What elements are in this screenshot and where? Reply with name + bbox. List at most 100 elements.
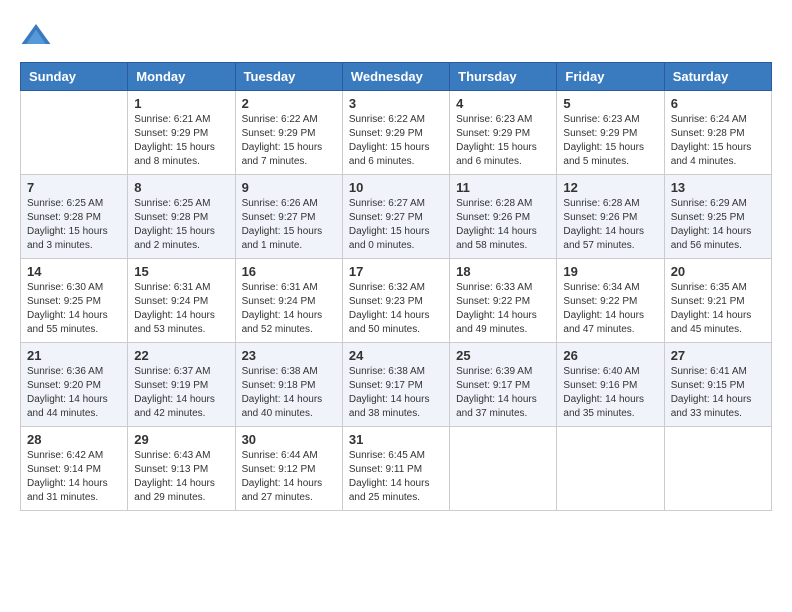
day-number: 17 — [349, 264, 443, 279]
cell-info: Sunrise: 6:22 AMSunset: 9:29 PMDaylight:… — [349, 113, 443, 169]
day-number: 23 — [242, 348, 336, 363]
calendar-cell: 20 Sunrise: 6:35 AMSunset: 9:21 PMDayligh… — [664, 259, 771, 343]
page-header — [20, 20, 772, 52]
calendar-cell: 23 Sunrise: 6:38 AMSunset: 9:18 PMDayligh… — [235, 343, 342, 427]
cell-info: Sunrise: 6:23 AMSunset: 9:29 PMDaylight:… — [563, 113, 657, 169]
cell-info: Sunrise: 6:25 AMSunset: 9:28 PMDaylight:… — [27, 197, 121, 253]
calendar-cell: 30 Sunrise: 6:44 AMSunset: 9:12 PMDayligh… — [235, 427, 342, 511]
cell-info: Sunrise: 6:31 AMSunset: 9:24 PMDaylight:… — [242, 281, 336, 337]
calendar-cell: 21 Sunrise: 6:36 AMSunset: 9:20 PMDayligh… — [21, 343, 128, 427]
cell-info: Sunrise: 6:43 AMSunset: 9:13 PMDaylight:… — [134, 449, 228, 505]
day-number: 11 — [456, 180, 550, 195]
calendar-week-row: 21 Sunrise: 6:36 AMSunset: 9:20 PMDayligh… — [21, 343, 772, 427]
day-number: 28 — [27, 432, 121, 447]
calendar-table: SundayMondayTuesdayWednesdayThursdayFrid… — [20, 62, 772, 511]
cell-info: Sunrise: 6:21 AMSunset: 9:29 PMDaylight:… — [134, 113, 228, 169]
calendar-cell: 6 Sunrise: 6:24 AMSunset: 9:28 PMDaylight… — [664, 91, 771, 175]
day-number: 16 — [242, 264, 336, 279]
day-number: 18 — [456, 264, 550, 279]
day-number: 10 — [349, 180, 443, 195]
cell-info: Sunrise: 6:22 AMSunset: 9:29 PMDaylight:… — [242, 113, 336, 169]
day-number: 4 — [456, 96, 550, 111]
calendar-cell: 8 Sunrise: 6:25 AMSunset: 9:28 PMDaylight… — [128, 175, 235, 259]
calendar-cell: 5 Sunrise: 6:23 AMSunset: 9:29 PMDaylight… — [557, 91, 664, 175]
calendar-cell: 4 Sunrise: 6:23 AMSunset: 9:29 PMDaylight… — [450, 91, 557, 175]
day-number: 30 — [242, 432, 336, 447]
calendar-header-row: SundayMondayTuesdayWednesdayThursdayFrid… — [21, 63, 772, 91]
cell-info: Sunrise: 6:23 AMSunset: 9:29 PMDaylight:… — [456, 113, 550, 169]
cell-info: Sunrise: 6:24 AMSunset: 9:28 PMDaylight:… — [671, 113, 765, 169]
calendar-cell: 16 Sunrise: 6:31 AMSunset: 9:24 PMDayligh… — [235, 259, 342, 343]
calendar-week-row: 1 Sunrise: 6:21 AMSunset: 9:29 PMDaylight… — [21, 91, 772, 175]
calendar-cell: 17 Sunrise: 6:32 AMSunset: 9:23 PMDayligh… — [342, 259, 449, 343]
cell-info: Sunrise: 6:33 AMSunset: 9:22 PMDaylight:… — [456, 281, 550, 337]
day-number: 31 — [349, 432, 443, 447]
calendar-cell: 15 Sunrise: 6:31 AMSunset: 9:24 PMDayligh… — [128, 259, 235, 343]
calendar-day-header: Thursday — [450, 63, 557, 91]
cell-info: Sunrise: 6:28 AMSunset: 9:26 PMDaylight:… — [563, 197, 657, 253]
day-number: 19 — [563, 264, 657, 279]
cell-info: Sunrise: 6:36 AMSunset: 9:20 PMDaylight:… — [27, 365, 121, 421]
logo-icon — [20, 20, 52, 52]
cell-info: Sunrise: 6:41 AMSunset: 9:15 PMDaylight:… — [671, 365, 765, 421]
cell-info: Sunrise: 6:29 AMSunset: 9:25 PMDaylight:… — [671, 197, 765, 253]
calendar-day-header: Monday — [128, 63, 235, 91]
day-number: 1 — [134, 96, 228, 111]
calendar-cell: 19Sunrise: 6:34 AMSunset: 9:22 PMDayligh… — [557, 259, 664, 343]
day-number: 6 — [671, 96, 765, 111]
day-number: 13 — [671, 180, 765, 195]
calendar-cell — [557, 427, 664, 511]
cell-info: Sunrise: 6:35 AMSunset: 9:21 PMDaylight:… — [671, 281, 765, 337]
calendar-cell: 26 Sunrise: 6:40 AMSunset: 9:16 PMDayligh… — [557, 343, 664, 427]
calendar-day-header: Tuesday — [235, 63, 342, 91]
day-number: 21 — [27, 348, 121, 363]
cell-info: Sunrise: 6:31 AMSunset: 9:24 PMDaylight:… — [134, 281, 228, 337]
calendar-week-row: 14Sunrise: 6:30 AMSunset: 9:25 PMDayligh… — [21, 259, 772, 343]
day-number: 24 — [349, 348, 443, 363]
day-number: 3 — [349, 96, 443, 111]
cell-info: Sunrise: 6:42 AMSunset: 9:14 PMDaylight:… — [27, 449, 121, 505]
calendar-cell: 13 Sunrise: 6:29 AMSunset: 9:25 PMDayligh… — [664, 175, 771, 259]
day-number: 26 — [563, 348, 657, 363]
calendar-cell: 12 Sunrise: 6:28 AMSunset: 9:26 PMDayligh… — [557, 175, 664, 259]
calendar-cell: 7 Sunrise: 6:25 AMSunset: 9:28 PMDaylight… — [21, 175, 128, 259]
day-number: 12 — [563, 180, 657, 195]
day-number: 8 — [134, 180, 228, 195]
calendar-cell — [450, 427, 557, 511]
calendar-cell: 24 Sunrise: 6:38 AMSunset: 9:17 PMDayligh… — [342, 343, 449, 427]
day-number: 20 — [671, 264, 765, 279]
cell-info: Sunrise: 6:39 AMSunset: 9:17 PMDaylight:… — [456, 365, 550, 421]
cell-info: Sunrise: 6:38 AMSunset: 9:17 PMDaylight:… — [349, 365, 443, 421]
calendar-body: 1 Sunrise: 6:21 AMSunset: 9:29 PMDaylight… — [21, 91, 772, 511]
day-number: 5 — [563, 96, 657, 111]
day-number: 14 — [27, 264, 121, 279]
day-number: 2 — [242, 96, 336, 111]
cell-info: Sunrise: 6:25 AMSunset: 9:28 PMDaylight:… — [134, 197, 228, 253]
calendar-cell: 28 Sunrise: 6:42 AMSunset: 9:14 PMDayligh… — [21, 427, 128, 511]
day-number: 27 — [671, 348, 765, 363]
calendar-cell: 27 Sunrise: 6:41 AMSunset: 9:15 PMDayligh… — [664, 343, 771, 427]
day-number: 22 — [134, 348, 228, 363]
calendar-cell: 31 Sunrise: 6:45 AMSunset: 9:11 PMDayligh… — [342, 427, 449, 511]
calendar-cell: 2 Sunrise: 6:22 AMSunset: 9:29 PMDaylight… — [235, 91, 342, 175]
calendar-week-row: 28 Sunrise: 6:42 AMSunset: 9:14 PMDayligh… — [21, 427, 772, 511]
calendar-cell: 14Sunrise: 6:30 AMSunset: 9:25 PMDayligh… — [21, 259, 128, 343]
cell-info: Sunrise: 6:44 AMSunset: 9:12 PMDaylight:… — [242, 449, 336, 505]
calendar-cell: 9Sunrise: 6:26 AMSunset: 9:27 PMDaylight… — [235, 175, 342, 259]
calendar-cell: 11 Sunrise: 6:28 AMSunset: 9:26 PMDayligh… — [450, 175, 557, 259]
day-number: 25 — [456, 348, 550, 363]
calendar-cell — [21, 91, 128, 175]
calendar-week-row: 7 Sunrise: 6:25 AMSunset: 9:28 PMDaylight… — [21, 175, 772, 259]
day-number: 7 — [27, 180, 121, 195]
calendar-day-header: Saturday — [664, 63, 771, 91]
cell-info: Sunrise: 6:40 AMSunset: 9:16 PMDaylight:… — [563, 365, 657, 421]
day-number: 15 — [134, 264, 228, 279]
cell-info: Sunrise: 6:38 AMSunset: 9:18 PMDaylight:… — [242, 365, 336, 421]
cell-info: Sunrise: 6:45 AMSunset: 9:11 PMDaylight:… — [349, 449, 443, 505]
calendar-cell: 25 Sunrise: 6:39 AMSunset: 9:17 PMDayligh… — [450, 343, 557, 427]
calendar-day-header: Wednesday — [342, 63, 449, 91]
cell-info: Sunrise: 6:28 AMSunset: 9:26 PMDaylight:… — [456, 197, 550, 253]
calendar-day-header: Friday — [557, 63, 664, 91]
cell-info: Sunrise: 6:32 AMSunset: 9:23 PMDaylight:… — [349, 281, 443, 337]
calendar-cell: 22Sunrise: 6:37 AMSunset: 9:19 PMDayligh… — [128, 343, 235, 427]
